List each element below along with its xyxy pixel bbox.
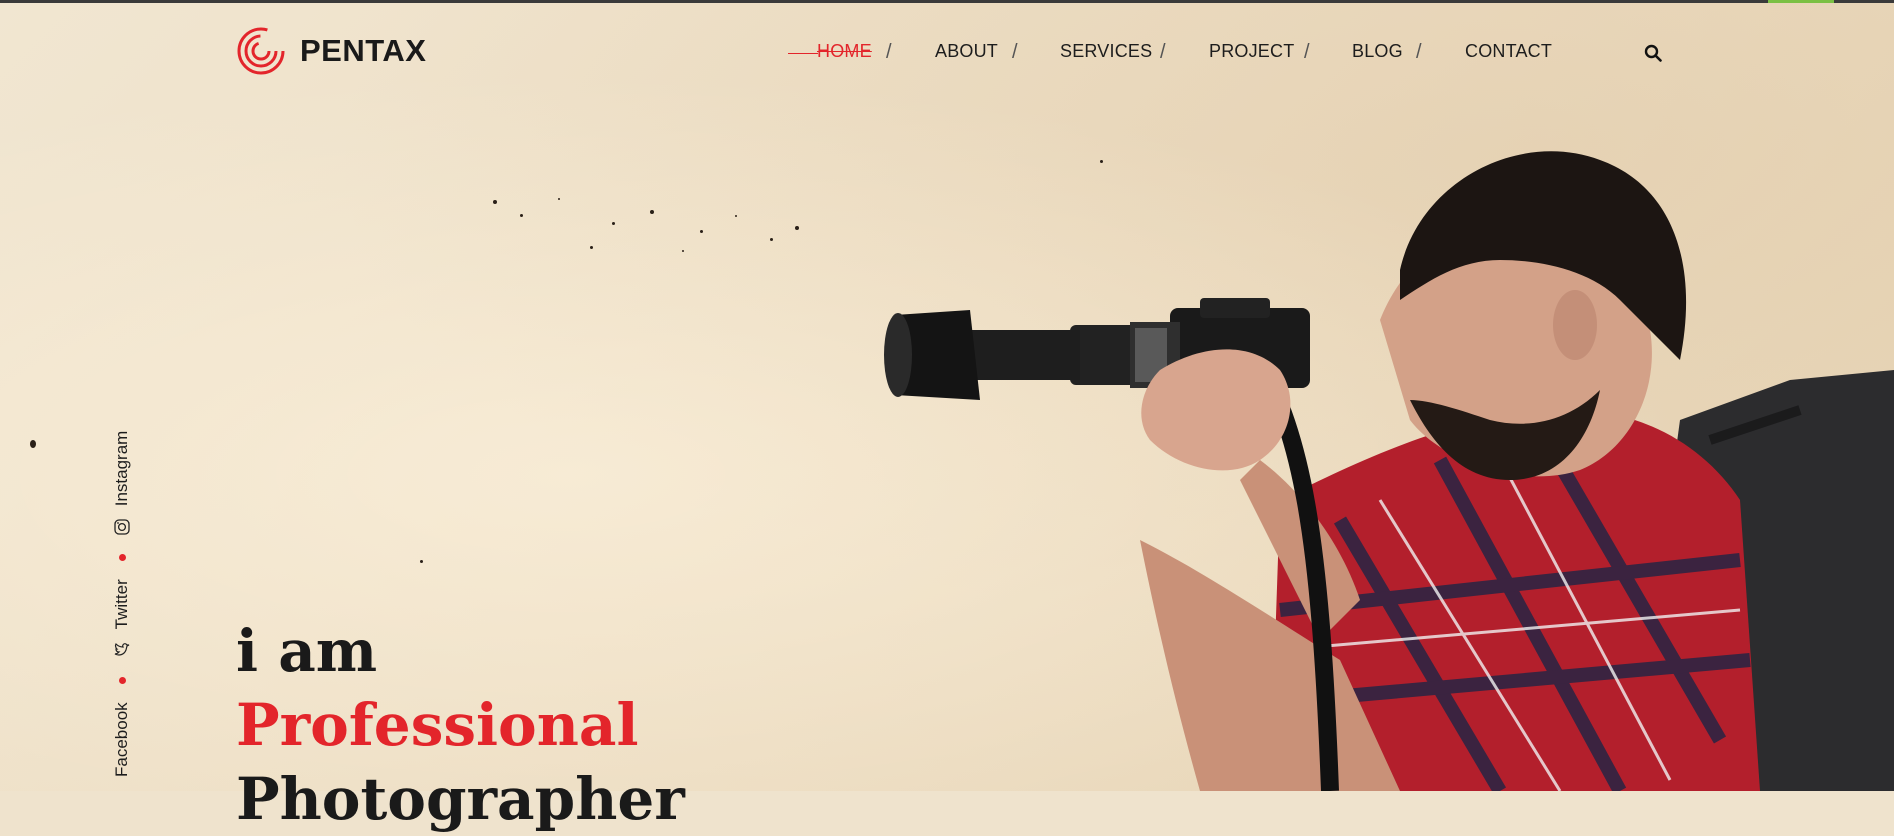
nav-blog[interactable]: BLOG [1352, 41, 1403, 62]
nav-separator: / [886, 41, 892, 63]
hero-line-2: Professional [236, 691, 639, 759]
nav-active-line [788, 53, 818, 54]
nav-separator: / [1012, 41, 1018, 63]
twitter-icon [114, 643, 130, 656]
social-links: Facebook Twitter Instagram [112, 431, 132, 777]
hero-heading: i am Professional Photographer [236, 614, 685, 836]
social-facebook-label: Facebook [112, 702, 131, 777]
nav-services[interactable]: SERVICES [1060, 41, 1152, 62]
nav-contact[interactable]: CONTACT [1465, 41, 1552, 62]
nav-separator: / [1304, 41, 1310, 63]
social-facebook[interactable]: Facebook [112, 702, 132, 777]
top-bar [0, 0, 1894, 3]
social-instagram[interactable]: Instagram [112, 431, 132, 537]
social-separator-dot [118, 677, 126, 685]
nav-home[interactable]: HOME [817, 41, 872, 62]
nav-separator: / [1160, 41, 1166, 63]
social-instagram-label: Instagram [112, 430, 131, 507]
nav-project[interactable]: PROJECT [1209, 41, 1294, 62]
social-separator-dot [118, 554, 126, 562]
top-bar-accent [1768, 0, 1834, 3]
nav-separator: / [1416, 41, 1422, 63]
spiral-logo-icon [237, 27, 285, 75]
search-icon[interactable] [1644, 44, 1662, 62]
social-twitter[interactable]: Twitter [112, 579, 132, 659]
photographer-image [884, 151, 1894, 791]
hero-line-3: Photographer [236, 765, 685, 833]
social-twitter-label: Twitter [112, 579, 131, 630]
instagram-icon [114, 519, 130, 535]
brand-name: PENTAX [300, 33, 427, 68]
logo[interactable]: PENTAX [236, 26, 426, 76]
nav-about[interactable]: ABOUT [935, 41, 998, 62]
hero-line-1: i am [236, 617, 378, 685]
